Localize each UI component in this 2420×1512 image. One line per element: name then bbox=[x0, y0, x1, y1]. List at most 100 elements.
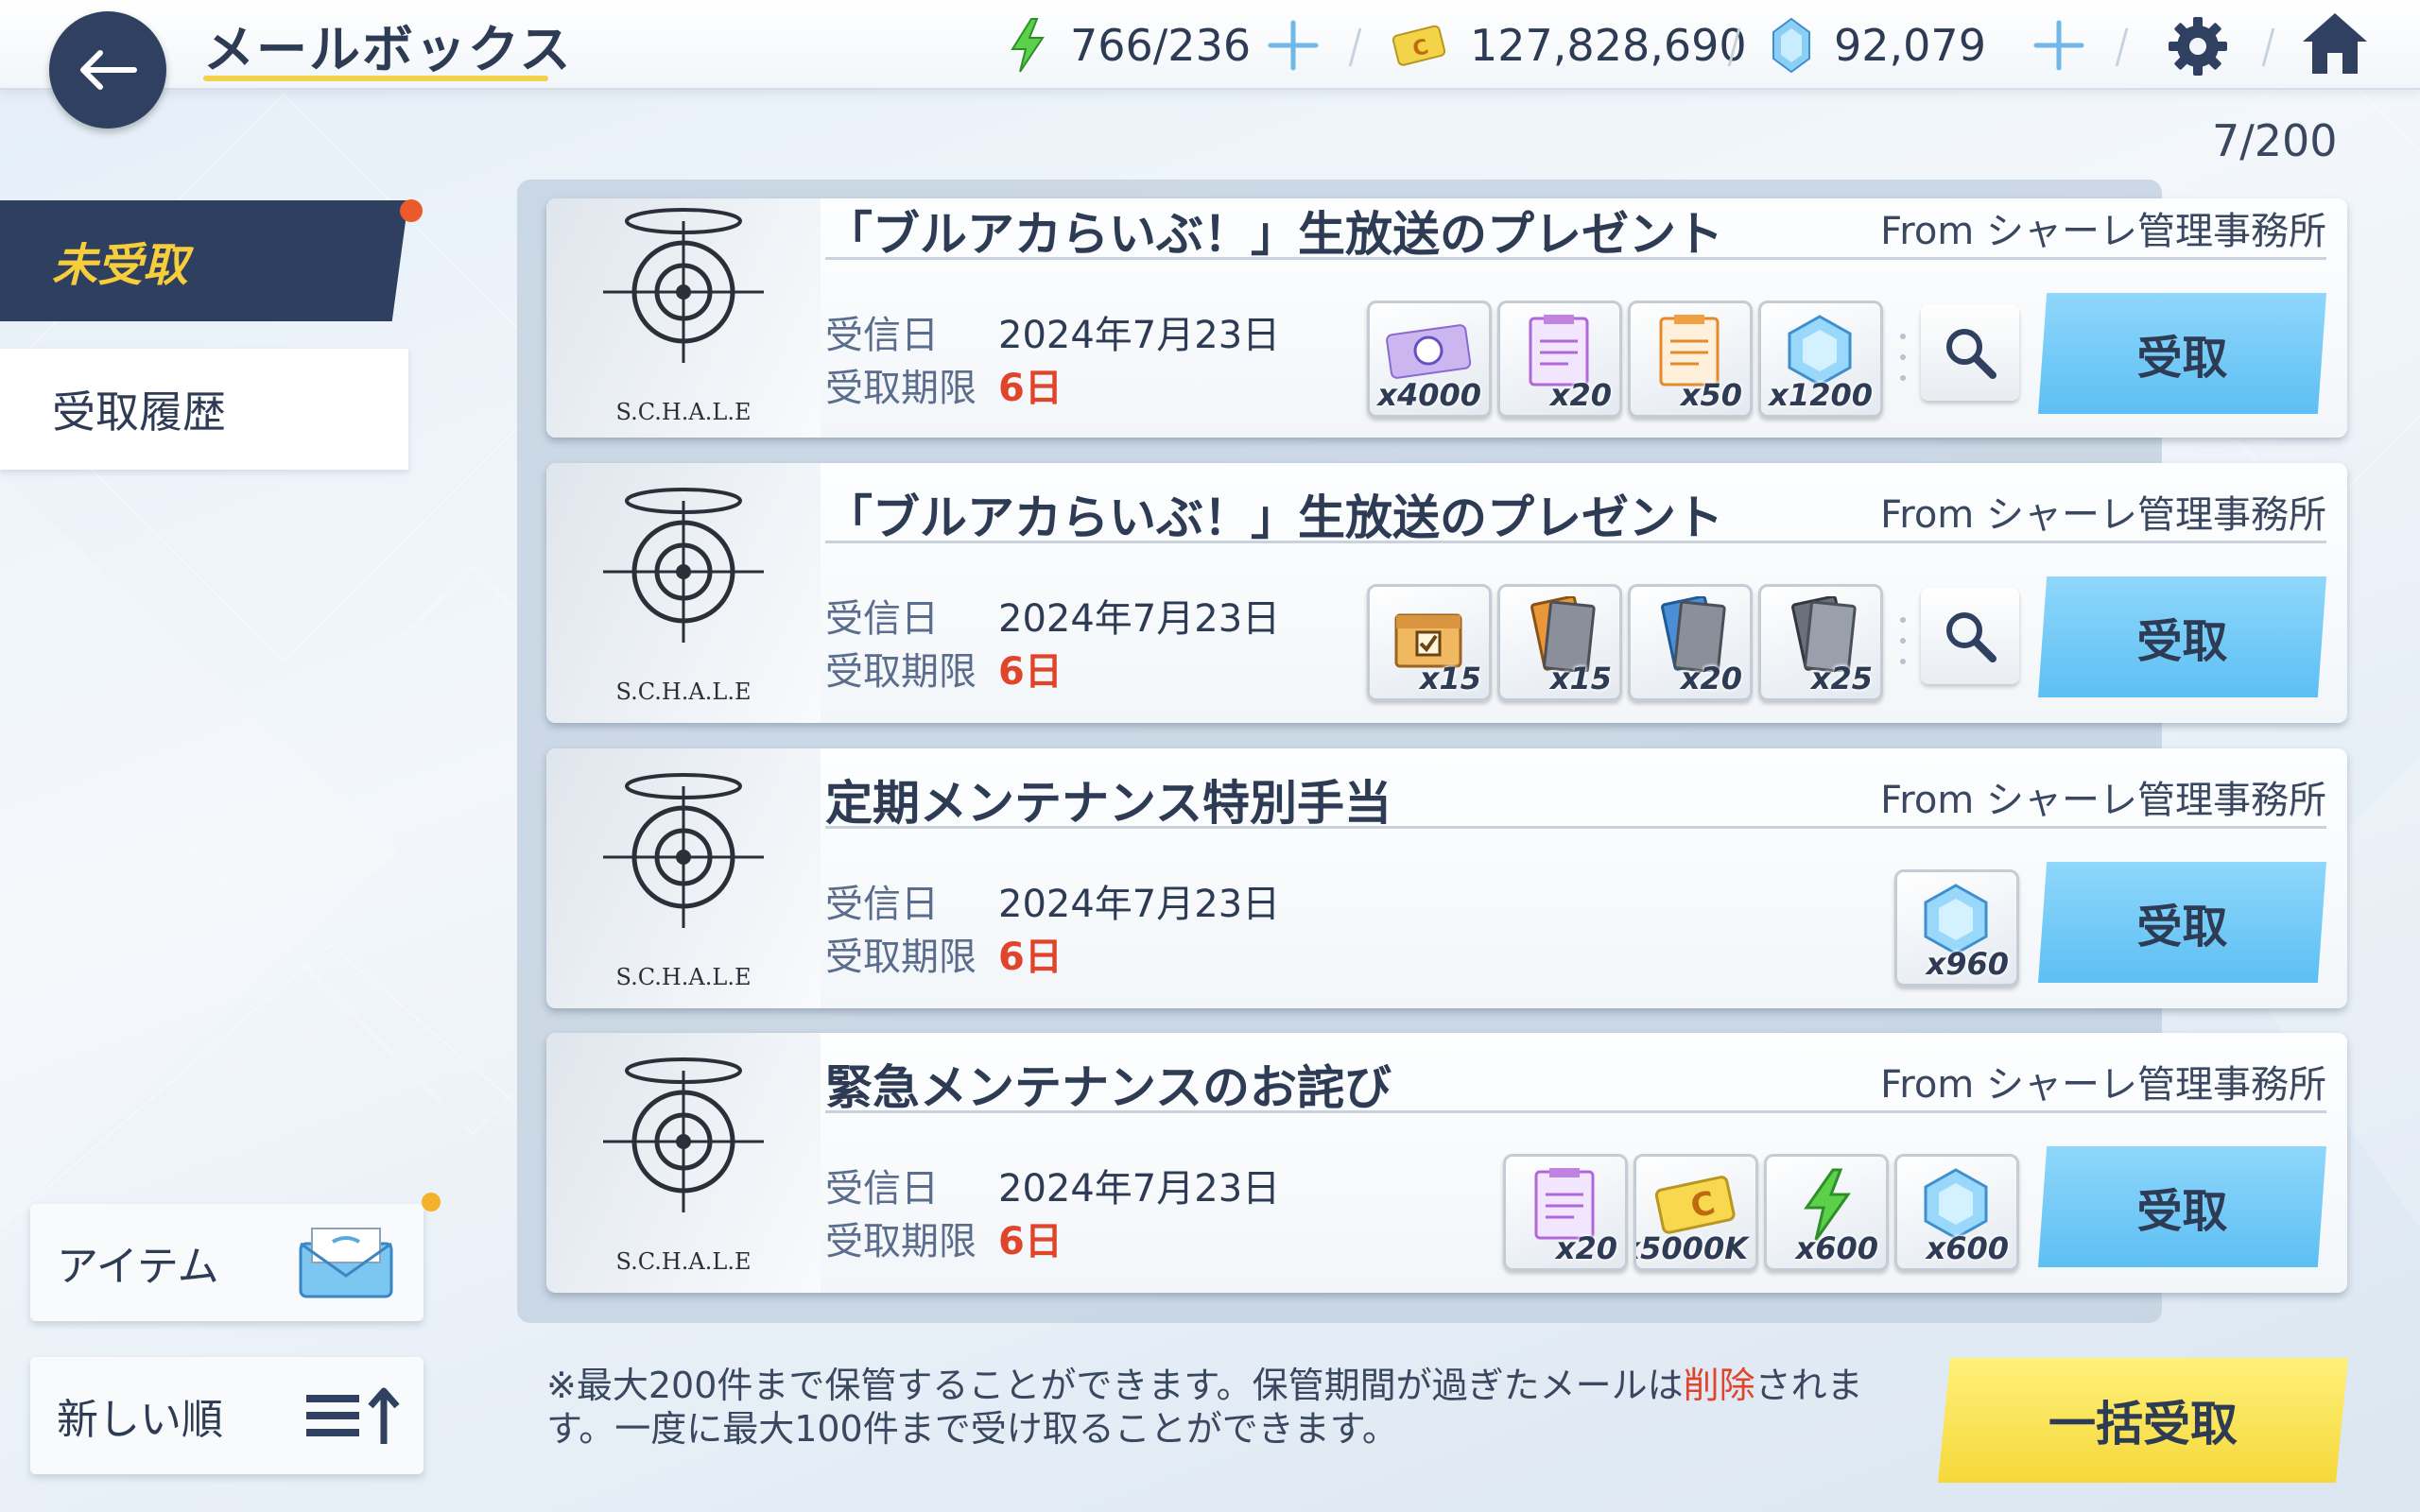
storage-note: ※最大200件まで保管することができます。保管期間が過ぎたメールは削除されます。… bbox=[546, 1364, 1889, 1451]
mail-card[interactable]: S.C.H.A.L.E 「ブルアカらいぶ！」生放送のプレゼント From シャー… bbox=[546, 463, 2347, 723]
tab-unreceived[interactable]: 未受取 bbox=[0, 200, 408, 321]
search-icon bbox=[1946, 612, 1996, 662]
schale-logo-text: S.C.H.A.L.E bbox=[616, 964, 752, 990]
mail-title: 定期メンテナンス特別手当 bbox=[825, 776, 1392, 831]
schale-logo-text: S.C.H.A.L.E bbox=[616, 679, 752, 705]
received-date-label: 受信日 bbox=[825, 883, 939, 926]
reward-qty: x20 bbox=[1680, 661, 1742, 696]
claim-button-label: 受取 bbox=[2136, 1185, 2228, 1238]
settings-gear-icon[interactable] bbox=[2165, 13, 2231, 79]
reward-item[interactable]: x20 bbox=[1497, 301, 1622, 418]
reward-qty: x15 bbox=[1549, 661, 1612, 696]
deadline-label: 受取期限 bbox=[825, 936, 977, 979]
mail-divider bbox=[825, 1110, 2326, 1113]
reward-item[interactable]: x50 bbox=[1628, 301, 1753, 418]
reward-qty: x4000 bbox=[1377, 377, 1481, 413]
reward-qty: x20 bbox=[1549, 377, 1612, 413]
mail-title: 緊急メンテナンスのお詫び bbox=[825, 1060, 1392, 1115]
ap-value: 766/236 bbox=[1070, 20, 1252, 71]
reward-qty: x20 bbox=[1555, 1230, 1617, 1266]
item-button[interactable]: アイテム bbox=[30, 1204, 424, 1321]
claim-button-label: 受取 bbox=[2136, 615, 2228, 668]
preview-search-button[interactable] bbox=[1921, 588, 2019, 684]
reward-item[interactable]: C x5000K bbox=[1634, 1154, 1758, 1271]
schale-logo-icon: S.C.H.A.L.E bbox=[603, 208, 764, 425]
mail-card[interactable]: S.C.H.A.L.E 緊急メンテナンスのお詫び From シャーレ管理事務所 … bbox=[546, 1033, 2347, 1293]
received-date: 2024年7月23日 bbox=[998, 314, 1281, 357]
mail-card[interactable]: S.C.H.A.L.E 「ブルアカらいぶ！」生放送のプレゼント From シャー… bbox=[546, 198, 2347, 438]
credit-icon: C bbox=[1392, 25, 1446, 66]
received-date-label: 受信日 bbox=[825, 597, 939, 641]
deadline-value: 6日 bbox=[998, 936, 1063, 979]
sort-button-label: 新しい順 bbox=[57, 1396, 223, 1444]
bulk-claim-label: 一括受取 bbox=[2048, 1397, 2238, 1452]
mail-sender: From シャーレ管理事務所 bbox=[1880, 779, 2326, 822]
received-date: 2024年7月23日 bbox=[998, 883, 1281, 926]
deadline-value: 6日 bbox=[998, 1220, 1063, 1263]
mail-sender: From シャーレ管理事務所 bbox=[1880, 1063, 2326, 1107]
reward-item[interactable]: x600 bbox=[1894, 1154, 2019, 1271]
credits-value: 127,828,690 bbox=[1470, 20, 1747, 71]
schale-logo-icon: S.C.H.A.L.E bbox=[603, 1057, 764, 1275]
sort-list-icon bbox=[306, 1387, 400, 1444]
reward-qty: x1200 bbox=[1769, 377, 1873, 413]
received-date-label: 受信日 bbox=[825, 314, 939, 357]
claim-button[interactable]: 受取 bbox=[2038, 293, 2326, 414]
reward-qty: x600 bbox=[1926, 1230, 2009, 1266]
item-notification-dot bbox=[422, 1193, 441, 1211]
mail-title: 「ブルアカらいぶ！」生放送のプレゼント bbox=[825, 490, 1723, 545]
deadline-label: 受取期限 bbox=[825, 650, 977, 694]
reward-item[interactable]: x4000 bbox=[1367, 301, 1492, 418]
arrow-left-icon bbox=[80, 50, 137, 90]
title-underline bbox=[203, 76, 548, 81]
mail-card[interactable]: S.C.H.A.L.E 定期メンテナンス特別手当 From シャーレ管理事務所 … bbox=[546, 748, 2347, 1008]
reward-qty: x5000K bbox=[1636, 1230, 1748, 1266]
reward-qty: x50 bbox=[1680, 377, 1742, 413]
ap-plus-button[interactable] bbox=[1265, 17, 1322, 74]
claim-button[interactable]: 受取 bbox=[2038, 1146, 2326, 1267]
claim-button-label: 受取 bbox=[2136, 901, 2228, 954]
tab-history-label: 受取履歴 bbox=[52, 387, 226, 438]
sort-button[interactable]: 新しい順 bbox=[30, 1357, 424, 1474]
reward-item[interactable]: x15 bbox=[1367, 584, 1492, 701]
mail-count: 7/200 bbox=[2212, 115, 2338, 166]
reward-item[interactable]: x960 bbox=[1894, 869, 2019, 987]
claim-button-label: 受取 bbox=[2136, 332, 2228, 385]
storage-note-part1: ※最大200件まで保管することができます。保管期間が過ぎたメールは bbox=[546, 1365, 1684, 1406]
reward-item[interactable]: x20 bbox=[1503, 1154, 1628, 1271]
reward-qty: x25 bbox=[1810, 661, 1873, 696]
mail-divider bbox=[825, 257, 2326, 260]
bulk-claim-button[interactable]: 一括受取 bbox=[1938, 1358, 2348, 1483]
reward-item[interactable]: x15 bbox=[1497, 584, 1622, 701]
home-icon[interactable] bbox=[2299, 9, 2371, 77]
schale-logo-text: S.C.H.A.L.E bbox=[616, 399, 752, 425]
mail-sender: From シャーレ管理事務所 bbox=[1880, 210, 2326, 253]
page-title: メールボックス bbox=[203, 20, 573, 79]
reward-item[interactable]: x1200 bbox=[1758, 301, 1883, 418]
mailbox-open-icon bbox=[299, 1228, 393, 1298]
item-button-label: アイテム bbox=[57, 1243, 219, 1291]
received-date: 2024年7月23日 bbox=[998, 597, 1281, 641]
claim-button[interactable]: 受取 bbox=[2038, 862, 2326, 983]
claim-button[interactable]: 受取 bbox=[2038, 576, 2326, 697]
reward-qty: x15 bbox=[1419, 661, 1481, 696]
reward-qty: x960 bbox=[1926, 946, 2009, 982]
more-dots-icon bbox=[1900, 334, 1906, 381]
tab-history[interactable]: 受取履歴 bbox=[0, 349, 408, 470]
search-icon bbox=[1946, 329, 1996, 379]
pyroxene-plus-button[interactable] bbox=[2031, 17, 2087, 74]
schale-logo-text: S.C.H.A.L.E bbox=[616, 1248, 752, 1275]
reward-qty: x600 bbox=[1795, 1230, 1878, 1266]
reward-item[interactable]: x20 bbox=[1628, 584, 1753, 701]
preview-search-button[interactable] bbox=[1921, 304, 2019, 401]
back-button[interactable] bbox=[49, 11, 166, 129]
tab-unreceived-label: 未受取 bbox=[52, 239, 189, 292]
reward-item[interactable]: x25 bbox=[1758, 584, 1883, 701]
deadline-label: 受取期限 bbox=[825, 367, 977, 410]
deadline-label: 受取期限 bbox=[825, 1220, 977, 1263]
reward-item[interactable]: x600 bbox=[1764, 1154, 1889, 1271]
mail-title: 「ブルアカらいぶ！」生放送のプレゼント bbox=[825, 207, 1723, 262]
notification-dot bbox=[400, 199, 423, 222]
schale-logo-icon: S.C.H.A.L.E bbox=[603, 488, 764, 705]
mail-divider bbox=[825, 826, 2326, 829]
